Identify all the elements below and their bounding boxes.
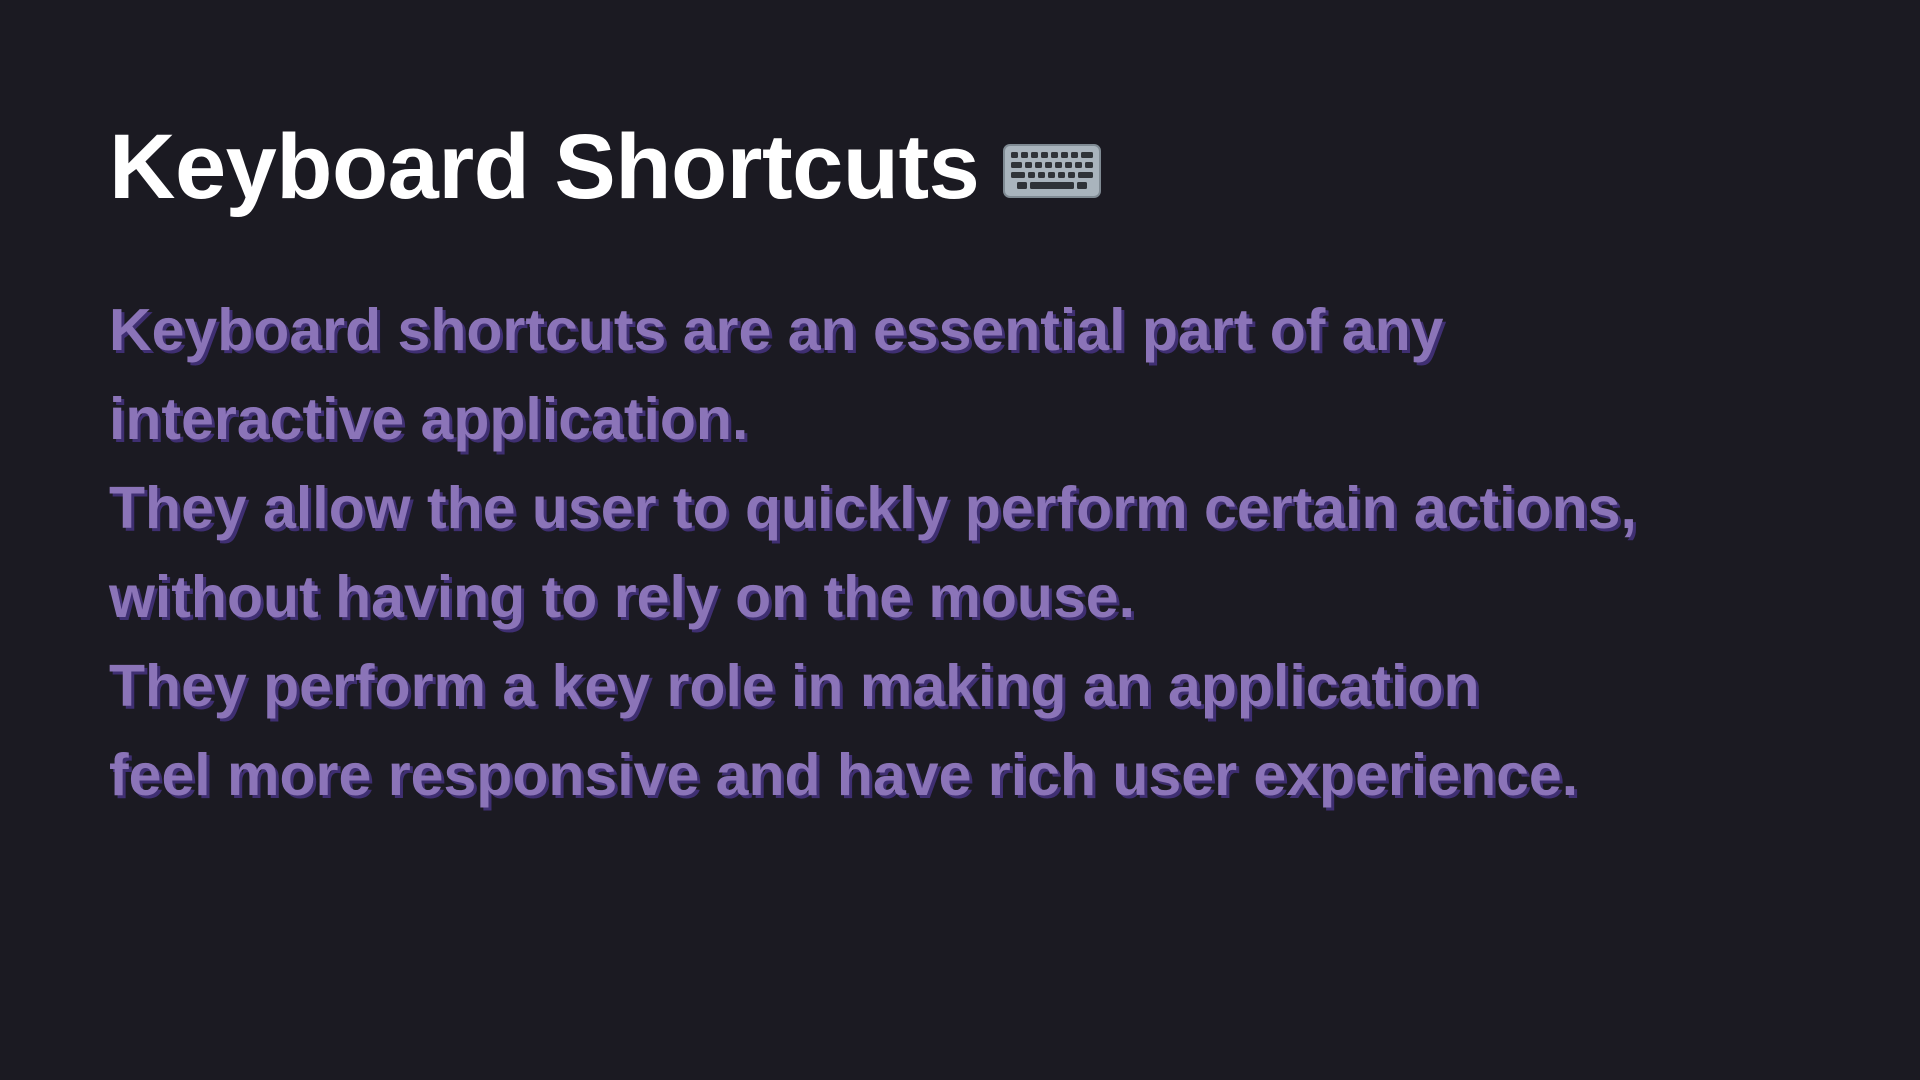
slide: Keyboard Shortcuts Keyboard shortcuts ar…	[0, 0, 1920, 1080]
slide-title: Keyboard Shortcuts	[109, 116, 980, 218]
body-line: Keyboard shortcuts are an essential part…	[109, 297, 1444, 363]
body-line: feel more responsive and have rich user …	[109, 742, 1579, 808]
body-line: They allow the user to quickly perform c…	[109, 475, 1637, 541]
slide-body: Keyboard shortcuts are an essential part…	[109, 286, 1920, 820]
title-row: Keyboard Shortcuts	[109, 112, 1920, 222]
keyboard-icon	[1003, 144, 1102, 198]
body-line: They perform a key role in making an app…	[109, 653, 1480, 719]
body-line: without having to rely on the mouse.	[109, 564, 1135, 630]
body-line: interactive application.	[109, 386, 749, 452]
